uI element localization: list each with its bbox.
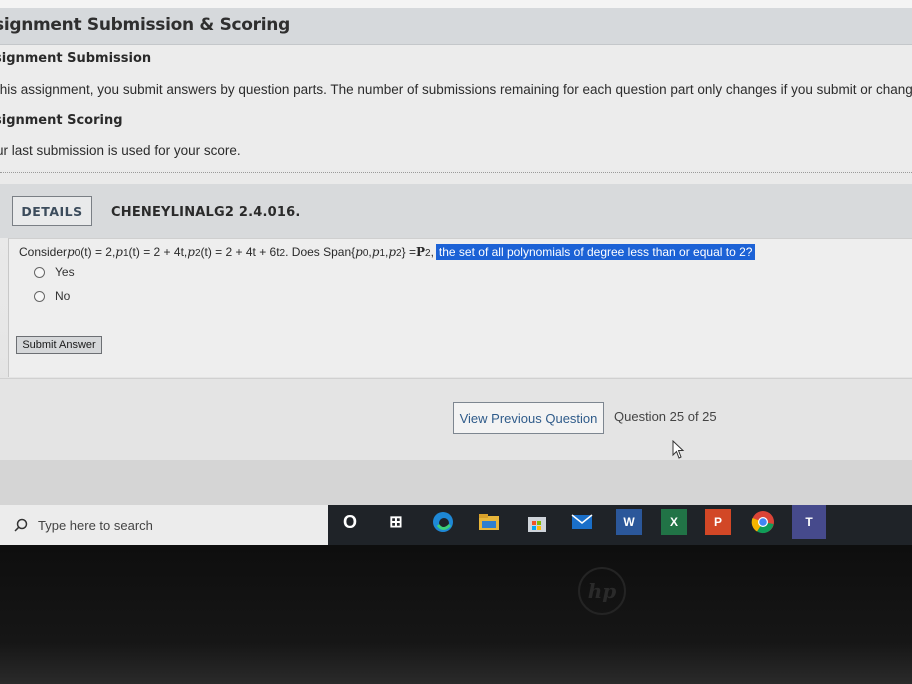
question-prompt: Consider p0 (t) = 2, p1 (t) = 2 + 4t, p2… (19, 244, 756, 260)
prompt-p1: p (115, 245, 123, 259)
prompt-comma: , (430, 245, 434, 259)
prompt-p0: p (67, 245, 75, 259)
assignment-banner: signment Submission & Scoring (0, 8, 912, 45)
prompt-p2: p (187, 245, 195, 259)
laptop-bezel (0, 545, 912, 684)
span-p0: p (355, 245, 363, 259)
question-code: CHENEYLINALG2 2.4.016. (111, 205, 301, 220)
browser-viewport: signment Submission & Scoring signment S… (0, 0, 912, 545)
mouse-cursor-icon (672, 440, 685, 459)
search-icon (14, 518, 28, 532)
taskbar-search[interactable]: Type here to search (0, 505, 328, 545)
prompt-span: . Does Span{ (285, 245, 356, 259)
option-yes[interactable]: Yes (34, 265, 75, 279)
folder-glyph (479, 514, 499, 530)
powerpoint-icon[interactable]: P (705, 509, 731, 535)
radio-icon[interactable] (34, 266, 45, 278)
edge-icon[interactable] (430, 509, 456, 535)
submission-heading: signment Submission (0, 51, 152, 66)
details-button[interactable]: DETAILS (12, 196, 92, 226)
mail-icon[interactable] (569, 509, 595, 535)
span-p1: p (371, 245, 380, 259)
view-previous-question-button[interactable]: View Previous Question (453, 402, 604, 434)
prompt-p0-def: (t) = 2, (80, 245, 116, 259)
cortana-icon[interactable]: O (337, 509, 363, 535)
prompt-P: P (415, 245, 425, 259)
prompt-consider: Consider (19, 245, 68, 259)
chrome-icon[interactable] (750, 509, 776, 535)
span-p2: p (388, 245, 397, 259)
store-glyph (528, 517, 546, 532)
submission-text: this assignment, you submit answers by q… (0, 82, 912, 97)
option-yes-label: Yes (55, 265, 75, 279)
store-icon[interactable] (524, 509, 550, 535)
file-explorer-icon[interactable] (476, 509, 502, 535)
section-divider (0, 172, 912, 173)
teams-icon[interactable]: T (792, 505, 826, 539)
submit-answer-button[interactable]: Submit Answer (16, 336, 102, 354)
prompt-p1-def: (t) = 2 + 4t, (128, 245, 188, 259)
excel-icon[interactable]: X (661, 509, 687, 535)
option-no[interactable]: No (34, 289, 70, 303)
highlighted-text: the set of all polynomials of degree les… (435, 244, 756, 260)
radio-icon[interactable] (34, 290, 45, 302)
question-counter: Question 25 of 25 (614, 409, 717, 424)
page-bottom (0, 460, 912, 505)
chrome-glyph (751, 511, 774, 534)
search-placeholder: Type here to search (38, 517, 153, 533)
prompt-p2-def: (t) = 2 + 4t + 6t (200, 245, 280, 259)
hp-logo-icon: hp (578, 567, 626, 615)
scoring-text: ur last submission is used for your scor… (0, 143, 241, 158)
mail-glyph (571, 514, 593, 529)
edge-glyph (433, 512, 453, 532)
word-icon[interactable]: W (616, 509, 642, 535)
task-view-icon[interactable]: ⊞ (383, 509, 409, 535)
scoring-heading: signment Scoring (0, 113, 123, 128)
banner-title: signment Submission & Scoring (0, 15, 290, 35)
top-strip (0, 0, 912, 8)
option-no-label: No (55, 289, 71, 303)
prompt-close: } = (401, 245, 416, 259)
